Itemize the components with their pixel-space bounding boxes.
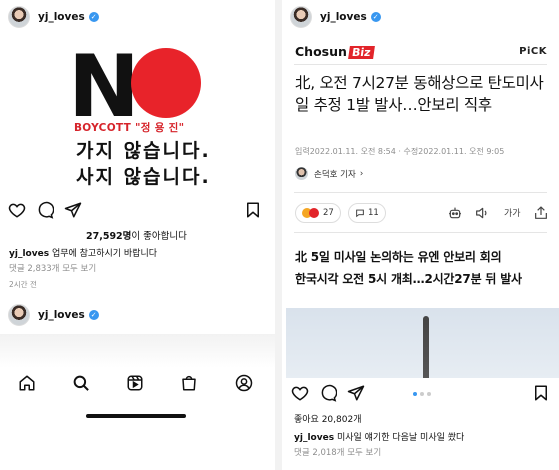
carousel-dot xyxy=(427,392,431,396)
reaction-count: 27 xyxy=(323,208,334,218)
logo-chosun: Chosun xyxy=(295,44,347,59)
post-header[interactable]: yj_loves ✓ xyxy=(282,0,559,34)
comment-icon[interactable] xyxy=(319,384,338,402)
divider xyxy=(294,64,547,65)
image-line-1: 가지 않습니다. xyxy=(76,140,211,162)
caption-text: 업무에 참고하시기 바랍니다 xyxy=(51,249,158,259)
avatar[interactable] xyxy=(8,6,30,28)
article-subhead-1: 北 5일 미사일 논의하는 유엔 안보리 회의 xyxy=(295,250,502,264)
share-article-icon xyxy=(533,205,549,221)
shop-icon[interactable] xyxy=(180,374,198,392)
search-icon[interactable] xyxy=(72,374,90,392)
no-letter-n: N xyxy=(68,37,140,137)
pick-badge: PiCK xyxy=(519,46,547,57)
divider xyxy=(294,192,547,193)
post-username-2[interactable]: yj_loves xyxy=(38,309,85,321)
verified-badge-icon: ✓ xyxy=(370,12,381,22)
speaker-icon xyxy=(474,205,490,221)
comment-bubble-icon xyxy=(356,209,364,218)
post-username[interactable]: yj_loves xyxy=(320,11,367,23)
heart-icon[interactable] xyxy=(8,201,26,219)
caption-username[interactable]: yj_loves xyxy=(294,433,334,443)
reaction-button: 27 xyxy=(295,203,341,223)
likes-count[interactable]: 좋아요 20,802개 xyxy=(294,412,361,425)
logo-biz: Biz xyxy=(347,46,375,59)
home-icon[interactable] xyxy=(18,374,36,392)
profile-icon[interactable] xyxy=(235,374,253,392)
post-header[interactable]: yj_loves ✓ xyxy=(0,0,275,34)
article-dates: 입력2022.01.11. 오전 8:54 · 수정2022.01.11. 오전… xyxy=(295,147,505,156)
article-subhead-2: 한국시각 오전 5시 개최…2시간27분 뒤 발사 xyxy=(295,272,522,286)
bottom-navigation xyxy=(0,368,275,398)
bookmark-icon[interactable] xyxy=(244,201,262,219)
view-comments-link[interactable]: 댓글 2,018개 모두 보기 xyxy=(294,446,381,458)
red-circle-o xyxy=(131,48,201,118)
next-post-image-preview[interactable]: ᠎ xyxy=(0,334,275,368)
reporter-avatar xyxy=(295,167,308,180)
comment-count: 11 xyxy=(368,208,379,218)
avatar[interactable] xyxy=(8,304,30,326)
chevron-right-icon: › xyxy=(359,168,364,179)
image-line-2: 사지 않습니다. xyxy=(76,166,211,188)
view-comments-link[interactable]: 댓글 2,833개 모두 보기 xyxy=(9,262,96,274)
post-time: 2시간 전 xyxy=(9,280,37,289)
heart-icon[interactable] xyxy=(291,384,309,402)
post-actions xyxy=(0,201,275,223)
likes-suffix: 이 좋아합니다 xyxy=(131,231,187,242)
bot-summary-icon xyxy=(447,205,463,221)
font-size-button: 가가 xyxy=(504,209,521,219)
post-header-2[interactable]: yj_loves ✓ xyxy=(0,298,275,332)
left-screen: yj_loves ✓ N BOYCOTT "정 용 진" 가지 않습니다. 사지… xyxy=(0,0,275,470)
comment-icon[interactable] xyxy=(36,201,55,219)
comment-count-button: 11 xyxy=(348,203,386,223)
post-caption: yj_loves 업무에 참고하시기 바랍니다 xyxy=(9,246,157,259)
post-username[interactable]: yj_loves xyxy=(38,11,85,23)
post-caption: yj_loves 미사일 얘기한 다음날 미사일 쐈다 xyxy=(294,430,464,443)
likes-count[interactable]: 27,592명이 좋아합니다 xyxy=(86,228,187,242)
verified-badge-icon: ✓ xyxy=(88,12,99,22)
reels-icon[interactable] xyxy=(126,374,144,392)
home-indicator[interactable] xyxy=(86,414,186,418)
article-headline: 北, 오전 7시27분 동해상으로 탄도미사일 추정 1발 발사…안보리 직후 xyxy=(295,74,544,114)
avatar[interactable] xyxy=(290,6,312,28)
angry-emoji-icon xyxy=(309,208,319,218)
missile-launch-image xyxy=(286,308,559,378)
divider xyxy=(294,232,547,233)
caption-text: 미사일 얘기한 다음날 미사일 쐈다 xyxy=(336,433,465,443)
reporter-name: 손덕호 기자 xyxy=(314,169,356,180)
carousel-dots xyxy=(413,392,431,396)
chosun-biz-logo: Chosun Biz xyxy=(295,44,375,59)
carousel-dot xyxy=(420,392,424,396)
missile-shape xyxy=(423,316,429,378)
boycott-text: BOYCOTT "정 용 진" xyxy=(74,122,185,134)
share-icon[interactable] xyxy=(64,201,82,219)
likes-number: 27,592명 xyxy=(86,231,132,242)
verified-badge-icon: ✓ xyxy=(88,310,99,320)
reporter-link: 손덕호 기자 › xyxy=(295,167,363,180)
bookmark-icon[interactable] xyxy=(532,384,550,402)
post-image[interactable]: N BOYCOTT "정 용 진" 가지 않습니다. 사지 않습니다. xyxy=(0,34,275,194)
carousel-dot-active xyxy=(413,392,417,396)
share-icon[interactable] xyxy=(347,384,365,402)
caption-username[interactable]: yj_loves xyxy=(9,249,49,259)
panel-divider xyxy=(275,0,282,470)
